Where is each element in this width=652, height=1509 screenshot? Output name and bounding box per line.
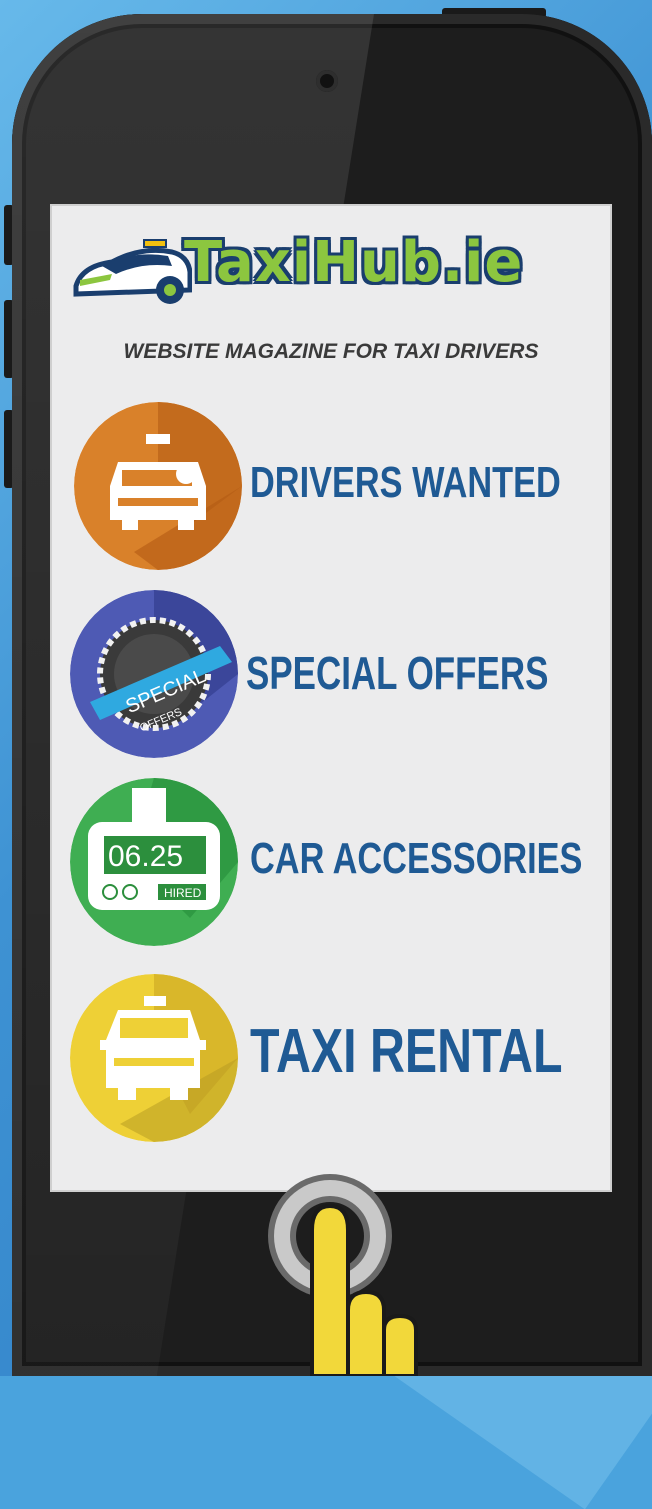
menu-item-drivers-wanted[interactable]: DRIVERS WANTED xyxy=(70,402,610,572)
logo-text: TaxiHub.ie xyxy=(184,230,524,295)
tagline: WEBSITE MAGAZINE FOR TAXI DRIVERS xyxy=(123,340,539,363)
phone-screen: TaxiHub.ie WEBSITE MAGAZINE FOR TAXI DRI… xyxy=(50,204,612,1192)
meter-status-text: HIRED xyxy=(164,886,202,900)
menu-item-car-accessories[interactable]: 06.25 HIRED CAR ACCESSORIES xyxy=(70,778,610,948)
taxi-meter-icon: 06.25 HIRED xyxy=(70,778,238,946)
menu-label-drivers-wanted: DRIVERS WANTED xyxy=(250,458,561,507)
menu-item-taxi-rental[interactable]: TAXI RENTAL xyxy=(70,974,610,1144)
menu-label-special-offers: SPECIAL OFFERS xyxy=(246,647,549,699)
home-button-with-finger-icon[interactable] xyxy=(250,1170,420,1376)
taxihub-logo[interactable]: TaxiHub.ie xyxy=(72,226,592,316)
special-offers-badge-icon: SPECIAL OFFERS xyxy=(70,590,238,758)
sports-car-logo-icon xyxy=(73,239,192,304)
front-camera-icon xyxy=(316,70,338,92)
taxi-car-icon xyxy=(70,974,238,1142)
menu-label-taxi-rental: TAXI RENTAL xyxy=(250,1017,563,1086)
menu-item-special-offers[interactable]: SPECIAL OFFERS SPECIAL OFFERS xyxy=(70,590,610,760)
meter-value-text: 06.25 xyxy=(108,840,183,873)
menu-label-car-accessories: CAR ACCESSORIES xyxy=(250,834,583,883)
taxi-driver-icon xyxy=(74,402,242,570)
